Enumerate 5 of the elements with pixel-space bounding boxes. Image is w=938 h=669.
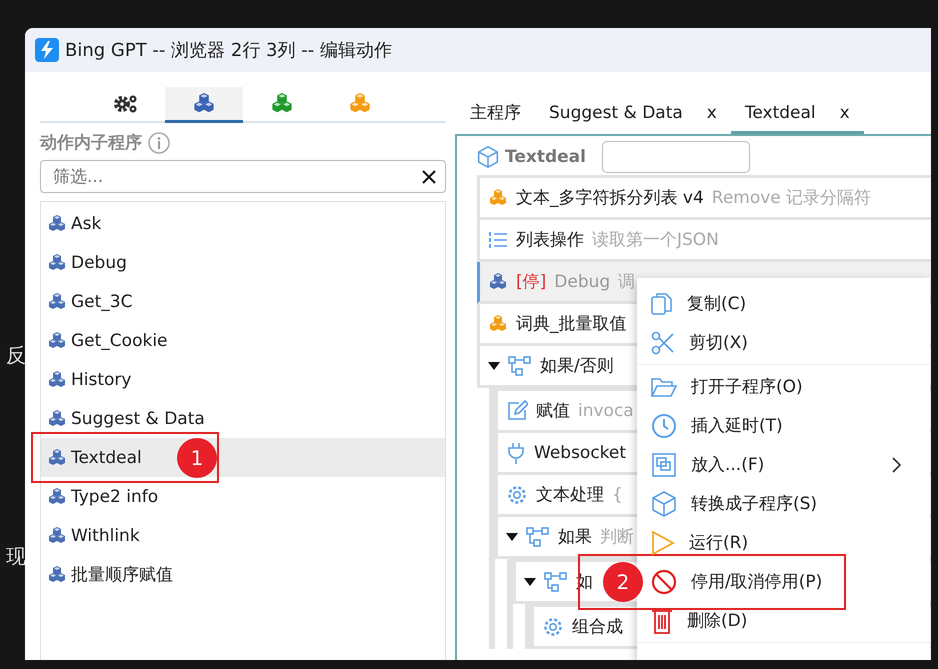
background-text: 反 <box>6 342 26 369</box>
section-title: 动作内子程序 <box>40 132 142 154</box>
window-title: Bing GPT -- 浏览器 2行 3列 -- 编辑动作 <box>65 39 392 62</box>
subprogram-title: Textdeal <box>505 147 586 167</box>
background-text: 现 <box>6 543 26 570</box>
